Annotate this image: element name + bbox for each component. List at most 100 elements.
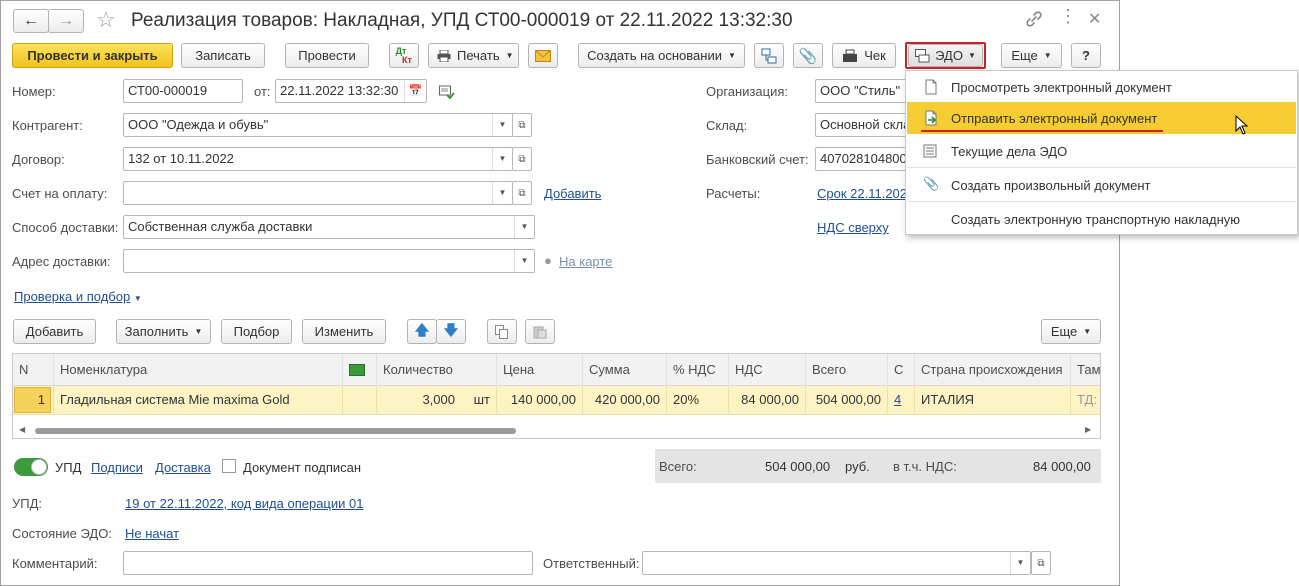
col-vat[interactable]: НДС bbox=[729, 354, 806, 386]
settlements-link[interactable]: Срок 22.11.202 bbox=[817, 186, 907, 201]
date-field[interactable]: 22.11.2022 13:32:30 📅 bbox=[275, 79, 427, 103]
col-sum[interactable]: Сумма bbox=[583, 354, 667, 386]
print-button[interactable]: Печать ▼ bbox=[428, 43, 519, 68]
menu-item-create-arbitrary[interactable]: 📎 Создать произвольный документ bbox=[907, 169, 1296, 201]
cell-price[interactable]: 140 000,00 bbox=[497, 386, 583, 414]
upd-link[interactable]: 19 от 22.11.2022, код вида операции 01 bbox=[125, 496, 363, 511]
invoice-field[interactable]: ▼ bbox=[123, 181, 513, 205]
cell-n[interactable]: 1 bbox=[13, 386, 54, 414]
cell-unit[interactable]: шт bbox=[461, 386, 497, 414]
structure-button[interactable] bbox=[754, 43, 784, 68]
paste-rows-button[interactable] bbox=[525, 319, 555, 344]
chevron-down-icon[interactable]: ▼ bbox=[514, 250, 534, 272]
col-characteristics[interactable] bbox=[343, 354, 377, 386]
on-map-link[interactable]: На карте bbox=[559, 254, 612, 269]
cell-customs[interactable]: ТД: bbox=[1071, 386, 1100, 414]
open-invoice-icon[interactable]: ⧉ bbox=[512, 181, 532, 205]
email-button[interactable] bbox=[528, 43, 558, 68]
copy-rows-button[interactable] bbox=[487, 319, 517, 344]
scroll-left-icon[interactable]: ◀ bbox=[19, 425, 25, 434]
edo-button[interactable]: ЭДО ▼ bbox=[908, 44, 983, 67]
calendar-icon[interactable]: 📅 bbox=[404, 80, 426, 102]
col-vat-rate[interactable]: % НДС bbox=[667, 354, 729, 386]
col-nomenclature[interactable]: Номенклатура bbox=[54, 354, 343, 386]
change-button[interactable]: Изменить bbox=[302, 319, 386, 344]
open-counterparty-icon[interactable]: ⧉ bbox=[512, 113, 532, 137]
col-n[interactable]: N bbox=[13, 354, 54, 386]
chevron-down-icon[interactable]: ▼ bbox=[1010, 552, 1030, 574]
comment-field[interactable] bbox=[123, 551, 533, 575]
open-responsible-icon[interactable]: ⧉ bbox=[1031, 551, 1051, 575]
kebab-menu-icon[interactable]: ⋮ bbox=[1059, 7, 1077, 25]
counterparty-field[interactable]: ООО "Одежда и обувь" ▼ bbox=[123, 113, 513, 137]
horizontal-scrollbar[interactable]: ◀ ▶ bbox=[13, 425, 1100, 437]
responsible-field[interactable]: ▼ bbox=[642, 551, 1031, 575]
vat-mode-link[interactable]: НДС сверху bbox=[817, 220, 889, 235]
cell-qty[interactable]: 3,000 bbox=[377, 386, 461, 414]
delivery-link[interactable]: Доставка bbox=[155, 460, 211, 475]
delivery-method-field[interactable]: Собственная служба доставки ▼ bbox=[123, 215, 535, 239]
menu-item-create-transport-waybill[interactable]: Создать электронную транспортную накладн… bbox=[907, 203, 1296, 235]
chevron-down-icon[interactable]: ▼ bbox=[492, 114, 512, 136]
add-row-button[interactable]: Добавить bbox=[13, 319, 96, 344]
chevron-down-icon[interactable]: ▼ bbox=[492, 182, 512, 204]
more-button[interactable]: Еще ▼ bbox=[1001, 43, 1062, 68]
chevron-down-icon[interactable]: ▼ bbox=[492, 148, 512, 170]
move-up-button[interactable]: 🡅 bbox=[407, 319, 437, 344]
upd-toggle[interactable] bbox=[14, 458, 48, 476]
dt-kt-button[interactable]: Дт Кт bbox=[389, 43, 419, 68]
cell-c[interactable]: 4 bbox=[888, 386, 915, 414]
chevron-down-icon[interactable]: ▼ bbox=[514, 216, 534, 238]
col-c[interactable]: С bbox=[888, 354, 915, 386]
fill-button[interactable]: Заполнить ▼ bbox=[116, 319, 211, 344]
move-down-button[interactable]: 🡇 bbox=[436, 319, 466, 344]
delivery-address-field[interactable]: ▼ bbox=[123, 249, 535, 273]
attach-button[interactable]: 📎 bbox=[793, 43, 823, 68]
help-button[interactable]: ? bbox=[1071, 43, 1101, 68]
check-selection-link[interactable]: Проверка и подбор ▼ bbox=[14, 289, 142, 304]
col-total[interactable]: Всего bbox=[806, 354, 888, 386]
print-label: Печать bbox=[457, 48, 500, 63]
cell-c-link[interactable]: 4 bbox=[894, 392, 901, 407]
menu-item-view-edoc[interactable]: Просмотреть электронный документ bbox=[907, 71, 1296, 103]
link-icon[interactable] bbox=[1025, 10, 1043, 28]
favorite-star-icon[interactable]: ☆ bbox=[96, 7, 116, 33]
post-button[interactable]: Провести bbox=[285, 43, 369, 68]
check-button[interactable]: Чек bbox=[832, 43, 896, 68]
close-icon[interactable]: ✕ bbox=[1088, 9, 1101, 29]
cash-register-icon bbox=[842, 49, 858, 63]
number-field[interactable]: СТ00-000019 bbox=[123, 79, 243, 103]
col-customs[interactable]: Там bbox=[1071, 354, 1100, 386]
signatures-link[interactable]: Подписи bbox=[91, 460, 143, 475]
contract-field[interactable]: 132 от 10.11.2022 ▼ bbox=[123, 147, 513, 171]
contract-value: 132 от 10.11.2022 bbox=[128, 151, 234, 166]
menu-item-edo-tasks[interactable]: Текущие дела ЭДО bbox=[907, 135, 1296, 167]
document-signed-checkbox[interactable] bbox=[222, 459, 236, 473]
post-and-close-button[interactable]: Провести и закрыть bbox=[12, 43, 173, 68]
cell-sum[interactable]: 420 000,00 bbox=[583, 386, 667, 414]
selection-button[interactable]: Подбор bbox=[221, 319, 292, 344]
create-based-on-label: Создать на основании bbox=[587, 48, 722, 63]
check-label: Чек bbox=[864, 48, 886, 63]
cell-characteristic[interactable] bbox=[343, 386, 377, 414]
cell-vat-rate[interactable]: 20% bbox=[667, 386, 729, 414]
col-price[interactable]: Цена bbox=[497, 354, 583, 386]
scrollbar-thumb[interactable] bbox=[35, 428, 516, 434]
cell-vat[interactable]: 84 000,00 bbox=[729, 386, 806, 414]
back-button[interactable]: ← bbox=[13, 9, 49, 33]
delivery-address-label: Адрес доставки: bbox=[12, 254, 111, 269]
write-button[interactable]: Записать bbox=[181, 43, 265, 68]
col-country[interactable]: Страна происхождения bbox=[915, 354, 1071, 386]
cell-country[interactable]: ИТАЛИЯ bbox=[915, 386, 1071, 414]
edo-state-link[interactable]: Не начат bbox=[125, 526, 179, 541]
open-contract-icon[interactable]: ⧉ bbox=[512, 147, 532, 171]
cell-item[interactable]: Гладильная система Mie maxima Gold bbox=[54, 386, 343, 414]
scroll-right-icon[interactable]: ▶ bbox=[1085, 425, 1091, 434]
add-invoice-link[interactable]: Добавить bbox=[544, 186, 601, 201]
table-row[interactable]: 1 Гладильная система Mie maxima Gold 3,0… bbox=[13, 386, 1100, 415]
col-quantity[interactable]: Количество bbox=[377, 354, 497, 386]
create-based-on-button[interactable]: Создать на основании ▼ bbox=[578, 43, 745, 68]
table-more-button[interactable]: Еще ▼ bbox=[1041, 319, 1101, 344]
cell-total[interactable]: 504 000,00 bbox=[806, 386, 888, 414]
forward-button[interactable]: → bbox=[48, 9, 84, 33]
